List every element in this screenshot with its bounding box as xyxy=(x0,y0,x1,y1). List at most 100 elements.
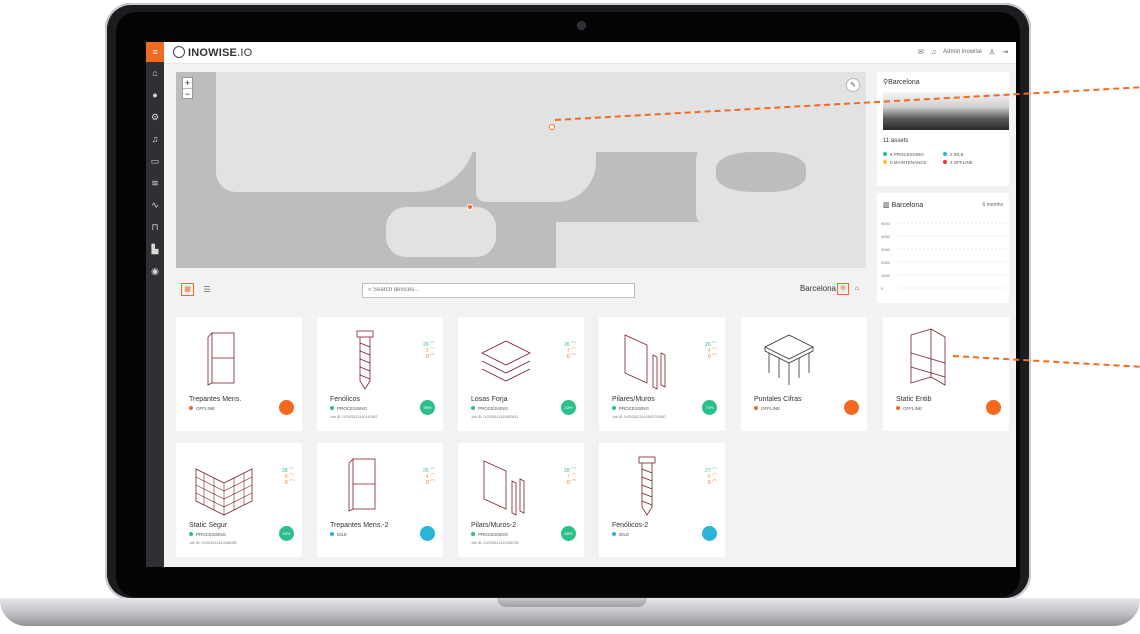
location-icon[interactable]: ◉ xyxy=(146,260,164,282)
pillars-product-icon xyxy=(624,334,666,390)
map-pin-barcelona[interactable] xyxy=(467,204,473,210)
activity-icon[interactable]: ∿ xyxy=(146,194,164,216)
state-label: PROCESSING xyxy=(619,406,650,411)
laptop-notch xyxy=(497,598,647,607)
user-icon[interactable]: ♙ xyxy=(989,48,995,56)
device-name: Pilars/Muros-2 xyxy=(471,522,517,529)
metric-number: 0 xyxy=(707,480,711,486)
device-metrics: 26 ⌒ 4 ⌒ 0 ⌒ xyxy=(423,468,435,486)
home-icon[interactable]: ⌂ xyxy=(146,62,164,84)
state-dot-icon xyxy=(189,406,193,410)
state-label: PROCESSING xyxy=(196,532,227,537)
chart-title-text: Barcelona xyxy=(891,202,924,209)
job-id: Job ID: IX2025112410463611 xyxy=(471,415,519,419)
app-screen: ≡ ⌂ ● ⚙ ♫ ▭ ≋ ∿ ⊓ ▙ ◉ INOWISE.IO ✉ ♫ Admin inowis… xyxy=(146,42,1016,567)
devices-toolbar: ▦ ☰ ⌕ Barcelona ⊕ ⌂ xyxy=(176,278,866,300)
screw-product-icon xyxy=(638,456,656,516)
device-card[interactable]: Fenólicos-2 IDLE 27 ⌒ 6 ⌒ 0 ⌒ xyxy=(599,443,725,557)
globe-icon[interactable]: ● xyxy=(146,84,164,106)
metric-number: 0 xyxy=(566,480,570,486)
brand-logo[interactable]: INOWISE.IO xyxy=(173,46,252,59)
camera-icon xyxy=(578,22,585,29)
device-metrics: 26 ⌒ 7 ⌒ 0 ⌒ xyxy=(564,342,576,360)
factory-icon[interactable]: ⌂ xyxy=(851,283,863,295)
metric-value: 0 ⌒ xyxy=(707,354,717,360)
search-input[interactable] xyxy=(373,287,604,293)
edit-icon[interactable]: ✎ xyxy=(846,78,860,92)
device-card[interactable]: Pilares/Muros PROCESSING Job ID: IX2025112… xyxy=(599,317,725,431)
status-badge: 65% xyxy=(561,526,576,541)
globe-icon[interactable]: ⊕ xyxy=(837,283,849,295)
map-pin-europe[interactable] xyxy=(549,124,555,130)
zoom-in-button[interactable]: + xyxy=(183,78,192,88)
location-card: ⚲Barcelona 11 assets 6 PROCESSING 2 IDLE 0… xyxy=(877,72,1009,186)
city-selector[interactable]: Barcelona xyxy=(800,284,836,293)
bell-icon[interactable]: ♫ xyxy=(146,128,164,150)
search-box[interactable]: ⌕ xyxy=(362,283,635,298)
lock-icon[interactable]: ⊓ xyxy=(146,216,164,238)
chart-card: ▥ Barcelona 6 months 5000 4000 3000 2000 100… xyxy=(877,193,1009,303)
chart-title: ▥ Barcelona xyxy=(883,201,923,209)
state-dot-icon xyxy=(471,532,475,536)
map-zoom-control: + − xyxy=(182,77,193,99)
chart-range[interactable]: 6 months xyxy=(982,202,1003,208)
device-card[interactable]: Static Segur PROCESSING Job ID: IX20251124… xyxy=(176,443,302,557)
y-tick-label: 2000 xyxy=(881,260,891,265)
device-card[interactable]: Static Entib OFFLINE xyxy=(883,317,1009,431)
device-state: OFFLINE xyxy=(754,406,780,411)
device-card[interactable]: Pilars/Muros-2 PROCESSING Job ID: IX202511… xyxy=(458,443,584,557)
panel-product-icon xyxy=(348,458,376,512)
table-product-icon xyxy=(764,334,814,385)
device-name: Fenólicos-2 xyxy=(612,522,649,529)
slabs-product-icon xyxy=(481,340,531,382)
metric-number: 0 xyxy=(566,354,570,360)
device-state: PROCESSING xyxy=(612,406,649,411)
zoom-out-button[interactable]: − xyxy=(183,88,192,99)
y-tick-label: 3000 xyxy=(881,247,891,252)
grid-view-icon[interactable]: ▦ xyxy=(181,283,194,296)
bell-icon[interactable]: ♫ xyxy=(931,49,936,56)
settings-icon[interactable]: ⚙ xyxy=(146,106,164,128)
state-label: OFFLINE xyxy=(761,406,781,411)
job-id: Job ID: IX2025112410156755 xyxy=(471,541,519,545)
metric-value: 0 ⌒ xyxy=(707,480,717,486)
menu-icon[interactable]: ≡ xyxy=(146,42,164,62)
user-name[interactable]: Admin inowise xyxy=(943,49,982,55)
state-label: PROCESSING xyxy=(478,406,509,411)
device-metrics: 28 ⌒ 8 ⌒ 0 ⌒ xyxy=(282,468,294,486)
metric-value: 0 ⌒ xyxy=(425,354,435,360)
metric-value: 0 ⌒ xyxy=(566,480,576,486)
device-card[interactable]: Trepantes Mens. OFFLINE xyxy=(176,317,302,431)
status-item: 0 MAINTENANCE xyxy=(883,160,943,165)
device-card[interactable]: Losas Forja PROCESSING Job ID: IX202511241… xyxy=(458,317,584,431)
list-view-icon[interactable]: ☰ xyxy=(201,283,213,296)
device-name: Static Segur xyxy=(189,522,228,529)
device-card[interactable]: Puntales Cifras OFFLINE xyxy=(741,317,867,431)
status-badge: 94% xyxy=(279,526,294,541)
status-badge: 96% xyxy=(420,400,435,415)
box-product-icon xyxy=(910,328,946,386)
job-id: Job ID: IX2025112410142942 xyxy=(330,415,378,419)
status-label: 0 MAINTENANCE xyxy=(890,160,927,165)
status-badge xyxy=(702,526,717,541)
status-dot-icon xyxy=(883,152,887,156)
laptop-mockup: ≡ ⌂ ● ⚙ ♫ ▭ ≋ ∿ ⊓ ▙ ◉ INOWISE.IO ✉ ♫ Admin inowis… xyxy=(0,0,1140,634)
device-name: Fenólicos xyxy=(330,396,360,403)
logout-icon[interactable]: ⇥ xyxy=(1002,48,1008,56)
device-card[interactable]: Trepantes Mens.-2 IDLE 26 ⌒ 4 ⌒ 0 ⌒ xyxy=(317,443,443,557)
inbox-icon[interactable]: ▭ xyxy=(146,150,164,172)
device-name: Pilares/Muros xyxy=(612,396,655,403)
mail-icon[interactable]: ✉ xyxy=(918,48,924,56)
metric-value: 0 ⌒ xyxy=(425,480,435,486)
status-label: 3 OFFLINE xyxy=(950,160,973,165)
device-name: Trepantes Mens.-2 xyxy=(330,522,389,529)
wifi-icon[interactable]: ≋ xyxy=(146,172,164,194)
pillars-product-icon xyxy=(483,460,525,516)
device-card[interactable]: Fenólicos PROCESSING Job ID: IX20251124101… xyxy=(317,317,443,431)
map-view[interactable]: + − ✎ xyxy=(176,72,866,268)
device-state: IDLE xyxy=(330,532,347,537)
search-icon: ⌕ xyxy=(368,287,372,293)
factory-icon[interactable]: ▙ xyxy=(146,238,164,260)
device-name: Static Entib xyxy=(896,396,932,403)
brand-name: INOWISE xyxy=(188,47,238,59)
